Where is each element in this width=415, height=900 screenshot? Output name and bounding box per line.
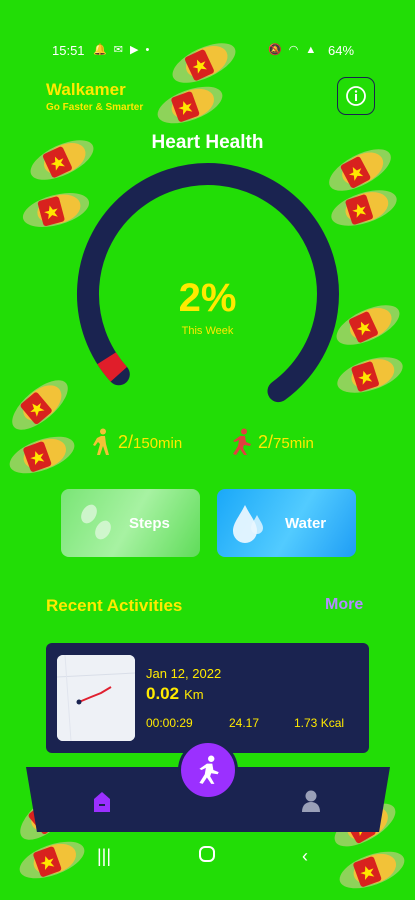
run-stat: 2/75min <box>230 428 314 456</box>
back-icon[interactable]: ‹ <box>302 846 308 867</box>
gauge-percent: 2% <box>178 276 237 320</box>
app-title: Walkamer <box>46 80 126 99</box>
steps-card[interactable]: Steps <box>61 489 200 557</box>
gauge-period: This Week <box>181 325 234 337</box>
home-button-icon[interactable] <box>198 845 216 868</box>
nav-profile[interactable] <box>301 789 321 818</box>
notification-icons: 🔔 ✉ ▶ • <box>93 44 152 56</box>
activity-calories: 1.73 Kcal <box>294 716 345 730</box>
water-card-label: Water <box>285 514 327 532</box>
distance-unit: Km <box>184 687 204 702</box>
info-icon <box>346 86 366 106</box>
start-activity-button[interactable] <box>178 740 238 800</box>
steps-card-label: Steps <box>129 514 170 532</box>
battery-level: 64% <box>328 43 355 58</box>
walk-stat: 2/150min <box>92 428 182 456</box>
nav-home[interactable] <box>92 790 112 819</box>
activity-distance: 0.02 Km <box>146 684 204 704</box>
running-person-icon <box>199 755 219 784</box>
status-bar: 15:51 🔔 ✉ ▶ • 🔕 ◠ ▲ 64% <box>0 40 415 62</box>
activity-pace: 24.17 <box>229 716 260 730</box>
recent-apps-icon[interactable]: ||| <box>97 846 111 867</box>
profile-icon <box>302 790 320 812</box>
distance-value: 0.02 <box>146 684 180 703</box>
more-link[interactable]: More <box>325 596 363 614</box>
activity-card[interactable]: Jan 12, 2022 0.02 Km 00:00:29 24.17 1.73 … <box>46 643 369 753</box>
status-time: 15:51 <box>52 43 85 58</box>
signal-icons: 🔕 ◠ ▲ <box>268 44 319 56</box>
run-value: 2/ <box>258 431 274 452</box>
water-drop-icon <box>233 505 263 543</box>
footprint-icon <box>152 79 228 131</box>
walking-person-icon <box>93 428 109 455</box>
route-map-thumbnail <box>57 655 135 741</box>
water-card[interactable]: Water <box>217 489 356 557</box>
activity-duration: 00:00:29 <box>146 716 193 730</box>
run-target: 75min <box>273 434 314 452</box>
walk-target: 150min <box>133 434 183 452</box>
footsteps-icon <box>81 504 111 540</box>
home-icon <box>94 792 110 812</box>
gauge-progress <box>97 352 128 382</box>
activity-date: Jan 12, 2022 <box>146 666 222 681</box>
walk-value: 2/ <box>118 431 134 452</box>
running-person-icon <box>233 428 251 455</box>
system-navigation: ||| ‹ <box>0 843 415 873</box>
recent-activities-heading: Recent Activities <box>46 596 183 615</box>
app-subtitle: Go Faster & Smarter <box>46 102 144 113</box>
info-button[interactable] <box>337 77 375 115</box>
footprint-icon <box>4 429 80 481</box>
